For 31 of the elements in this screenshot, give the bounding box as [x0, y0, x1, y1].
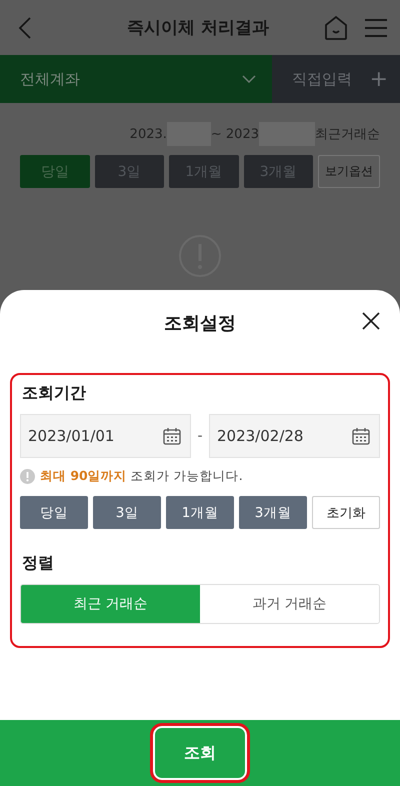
search-button[interactable]: 조회 — [150, 723, 250, 783]
section-label: 조회기간 — [22, 383, 87, 404]
start-date-text: 2023. — [130, 126, 167, 142]
start-date-field[interactable]: 2023/01/01 — [20, 414, 191, 458]
close-icon[interactable] — [362, 312, 380, 330]
date-separator: - — [196, 428, 204, 444]
end-date-text: ~ 2023 — [210, 126, 259, 142]
back-icon[interactable] — [18, 16, 32, 40]
section-label: 정렬 — [22, 553, 55, 574]
period-button[interactable]: 3개월 — [239, 496, 307, 529]
plus-icon: + — [370, 66, 388, 92]
sort-option[interactable]: 최근 거래순 — [21, 585, 200, 623]
page-title: 즉시이체 처리결과 — [127, 17, 269, 39]
direct-input-button[interactable]: 직접입력 + — [272, 55, 400, 103]
chevron-down-icon — [242, 75, 256, 83]
end-date-field[interactable]: 2023/02/28 — [209, 414, 380, 458]
period-button[interactable]: 1개월 — [166, 496, 234, 529]
view-options-button[interactable]: 보기옵션 — [318, 155, 380, 188]
menu-icon[interactable] — [364, 18, 388, 38]
reset-button[interactable]: 초기화 — [312, 496, 380, 529]
period-button[interactable]: 3일 — [93, 496, 161, 529]
calendar-icon[interactable] — [162, 426, 182, 446]
info-icon — [20, 469, 35, 484]
period-button[interactable]: 당일 — [20, 155, 90, 188]
sheet-title: 조회설정 — [164, 312, 236, 335]
period-button[interactable]: 당일 — [20, 496, 88, 529]
sort-order-text: 최근거래순 — [315, 126, 380, 143]
calendar-icon[interactable] — [351, 426, 371, 446]
account-dropdown[interactable]: 전체계좌 — [0, 55, 272, 103]
home-icon[interactable] — [324, 14, 348, 40]
notice-text: 최대 90일까지 조회가 가능합니다. — [40, 468, 243, 485]
